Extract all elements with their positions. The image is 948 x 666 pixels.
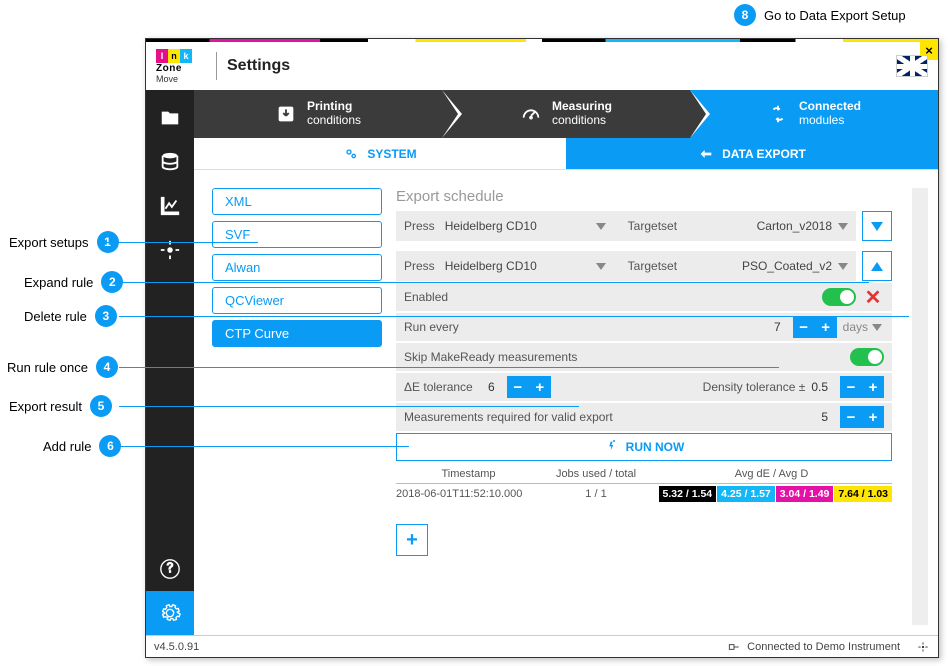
- callout-label: Export setups: [9, 235, 89, 250]
- avg-chip: 4.25 / 1.57: [717, 486, 775, 502]
- avg-chip: 3.04 / 1.49: [776, 486, 834, 502]
- rail-chart-icon[interactable]: [146, 184, 194, 228]
- decrement-button[interactable]: −: [793, 316, 815, 338]
- rule-card: Press Heidelberg CD10 Targetset Carton_v…: [396, 211, 892, 241]
- press-select[interactable]: Heidelberg CD10: [445, 259, 590, 273]
- app-window: × I n k Zone Move Settings: [145, 38, 939, 658]
- targetset-select[interactable]: PSO_Coated_v2: [687, 259, 832, 273]
- avg-chip: 7.64 / 1.03: [834, 486, 892, 502]
- results-table: Timestamp Jobs used / total Avg dE / Avg…: [396, 465, 892, 504]
- rail-folder-icon[interactable]: [146, 96, 194, 140]
- run-every-value: 7: [765, 320, 787, 334]
- callout-label: Delete rule: [24, 309, 87, 324]
- callout-label: Export result: [9, 399, 82, 414]
- version-label: v4.5.0.91: [154, 641, 199, 653]
- rule-card: Press Heidelberg CD10 Targetset PSO_Coat…: [396, 251, 892, 504]
- connection-status: Connected to Demo Instrument: [747, 641, 900, 653]
- callout-label: Add rule: [43, 439, 91, 454]
- de-tolerance-value: 6: [479, 380, 501, 394]
- increment-button[interactable]: +: [529, 376, 551, 398]
- run-now-button[interactable]: RUN NOW: [396, 433, 892, 461]
- callout-label: Run rule once: [7, 360, 88, 375]
- sidebar-item-ctp-curve[interactable]: CTP Curve: [212, 320, 382, 347]
- scrollbar[interactable]: [912, 188, 928, 625]
- decrement-button[interactable]: −: [840, 406, 862, 428]
- target-small-icon: [916, 640, 930, 654]
- collapse-rule-button[interactable]: [862, 251, 892, 281]
- sidebar-item-xml[interactable]: XML: [212, 188, 382, 215]
- tab-system[interactable]: SYSTEM: [194, 138, 566, 169]
- increment-button[interactable]: +: [862, 406, 884, 428]
- page-title: Settings: [227, 57, 290, 75]
- decrement-button[interactable]: −: [840, 376, 862, 398]
- callout-label: Go to Data Export Setup: [764, 8, 906, 23]
- add-rule-button[interactable]: +: [396, 524, 428, 556]
- enabled-toggle[interactable]: [822, 288, 856, 306]
- targetset-select[interactable]: Carton_v2018: [687, 219, 832, 233]
- language-flag[interactable]: [896, 55, 928, 77]
- sidebar-item-qcviewer[interactable]: QCViewer: [212, 287, 382, 314]
- rail-settings-icon[interactable]: [146, 591, 194, 635]
- rail-target-icon[interactable]: [146, 228, 194, 272]
- expand-rule-button[interactable]: [862, 211, 892, 241]
- titlebar: I n k Zone Move Settings: [146, 42, 938, 90]
- result-row: 2018-06-01T11:52:10.000 1 / 1 5.32 / 1.5…: [396, 484, 892, 504]
- crumb-printing[interactable]: Printingconditions: [194, 90, 442, 138]
- unit-select[interactable]: days: [843, 320, 884, 334]
- callout-label: Expand rule: [24, 275, 93, 290]
- tab-data-export[interactable]: DATA EXPORT: [566, 138, 938, 169]
- statusbar: v4.5.0.91 Connected to Demo Instrument: [146, 635, 938, 657]
- rail-database-icon[interactable]: [146, 140, 194, 184]
- increment-button[interactable]: +: [815, 316, 837, 338]
- delete-rule-button[interactable]: ✕: [862, 285, 884, 310]
- panel-title: Export schedule: [396, 188, 892, 205]
- increment-button[interactable]: +: [862, 376, 884, 398]
- skip-makeready-toggle[interactable]: [850, 348, 884, 366]
- logo: I n k Zone Move: [156, 49, 206, 84]
- density-tolerance-value: 0.5: [811, 380, 834, 394]
- avg-chip: 5.32 / 1.54: [659, 486, 717, 502]
- crumb-measuring[interactable]: Measuringconditions: [442, 90, 690, 138]
- sidebar-item-svf[interactable]: SVF: [212, 221, 382, 248]
- crumb-connected[interactable]: Connectedmodules: [690, 90, 938, 138]
- required-measurements-value: 5: [812, 410, 834, 424]
- rail-help-icon[interactable]: [146, 547, 194, 591]
- sidebar-item-alwan[interactable]: Alwan: [212, 254, 382, 281]
- instrument-icon: [727, 640, 741, 654]
- press-select[interactable]: Heidelberg CD10: [445, 219, 590, 233]
- decrement-button[interactable]: −: [507, 376, 529, 398]
- breadcrumb: Printingconditions Measuringconditions C…: [194, 90, 938, 138]
- left-rail: [146, 90, 194, 635]
